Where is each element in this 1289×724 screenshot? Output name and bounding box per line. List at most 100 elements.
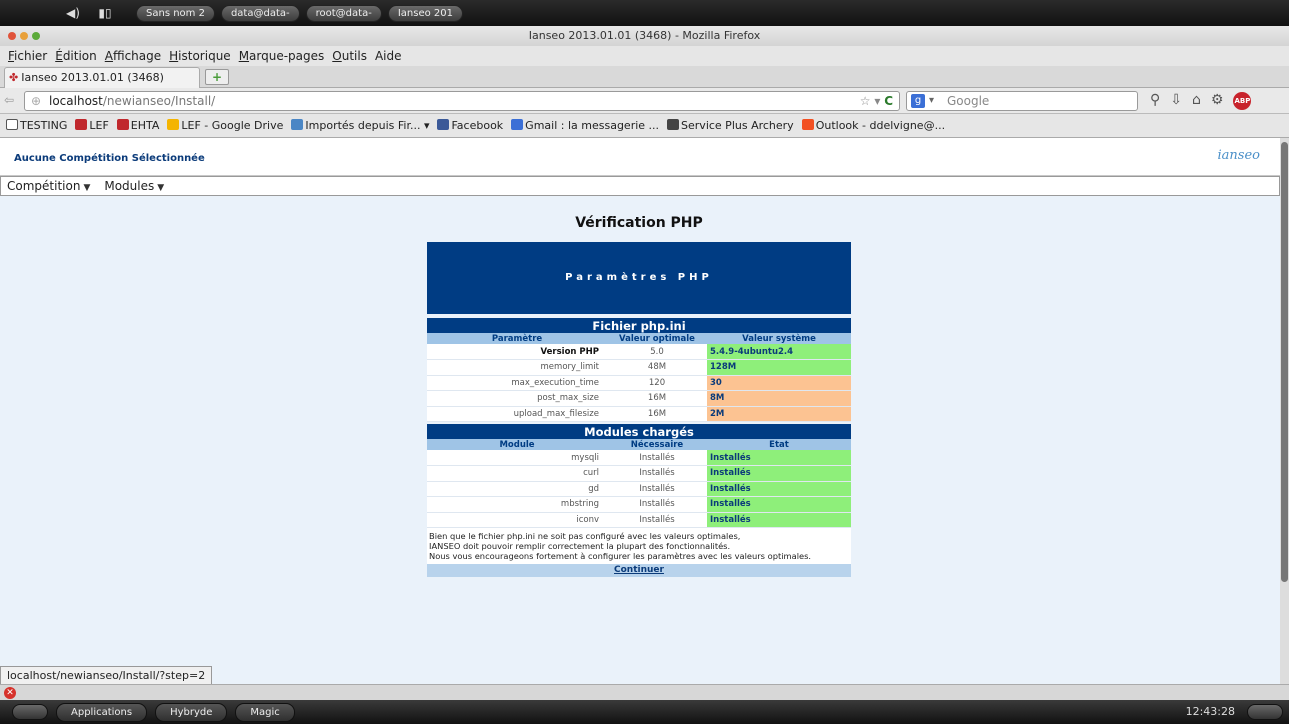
menu-modules[interactable]: Modules ▼: [104, 179, 164, 193]
vertical-scrollbar[interactable]: [1280, 138, 1289, 684]
stop-icon[interactable]: ✕: [4, 687, 16, 699]
module-state: Installés: [707, 450, 852, 466]
taskbar-applications[interactable]: Applications: [56, 702, 148, 722]
minimize-window-button[interactable]: [20, 32, 28, 40]
gmail-icon: [511, 119, 524, 130]
taskbar-hybryde[interactable]: Hybryde: [155, 702, 228, 722]
param-system: 128M: [707, 359, 852, 376]
back-arrow-icon[interactable]: ⇦: [4, 93, 22, 109]
module-state: Installés: [707, 496, 852, 513]
menu-historique[interactable]: Historique: [169, 49, 231, 63]
module-name: gd: [427, 481, 607, 497]
continue-link[interactable]: Continuer: [427, 564, 851, 577]
ianseo-header: Aucune Compétition Sélectionnée ianseo: [0, 138, 1280, 176]
browser-menubar: Fichier Édition Affichage Historique Mar…: [0, 46, 1289, 66]
table-row: upload_max_filesize 16M 2M: [427, 406, 852, 422]
php-ini-title: Fichier php.ini: [427, 318, 852, 333]
param-optimal: 120: [607, 375, 707, 391]
bookmark-item[interactable]: Outlook - ddelvigne@...: [800, 119, 947, 132]
taskbar-left-button[interactable]: [12, 704, 48, 720]
menu-edition[interactable]: Édition: [55, 49, 97, 63]
menu-outils[interactable]: Outils: [332, 49, 367, 63]
bookmark-item[interactable]: TESTING: [4, 119, 69, 132]
search-engine-dropdown-icon[interactable]: ▾: [929, 92, 934, 110]
module-name: curl: [427, 465, 607, 482]
param-optimal: 5.0: [607, 344, 707, 360]
col-header: Etat: [707, 439, 852, 450]
param-optimal: 16M: [607, 390, 707, 407]
table-row: post_max_size 16M 8M: [427, 390, 852, 407]
module-required: Installés: [607, 450, 707, 466]
menu-marque-pages[interactable]: Marque-pages: [239, 49, 325, 63]
bookmarks-toolbar: TESTING LEF EHTA LEF - Google Drive Importés…: [0, 114, 1289, 138]
home-icon[interactable]: ⌂: [1192, 92, 1201, 110]
bookmark-item[interactable]: LEF - Google Drive: [165, 119, 285, 132]
bookmark-item[interactable]: EHTA: [115, 119, 162, 132]
tab-ianseo[interactable]: ✤ Ianseo 2013.01.01 (3468): [4, 67, 200, 88]
url-bar[interactable]: ⊕ localhost/newianseo/Install/ ☆ ▾ C: [24, 91, 900, 111]
table-row: iconv Installés Installés: [427, 512, 852, 528]
bookmark-item[interactable]: Importés depuis Fir... ▾: [289, 119, 431, 132]
search-bar[interactable]: g ▾ Google: [906, 91, 1138, 111]
network-icon[interactable]: ▮▯: [92, 6, 118, 20]
module-required: Installés: [607, 481, 707, 497]
site-identity-icon[interactable]: ⊕: [31, 92, 41, 110]
download-icon[interactable]: ⇩: [1170, 92, 1182, 110]
col-header: Nécessaire: [607, 439, 707, 450]
col-header: Valeur optimale: [607, 333, 707, 344]
dropdown-arrow-icon[interactable]: ▾: [874, 94, 880, 108]
menu-aide[interactable]: Aide: [375, 49, 402, 63]
bookmark-item[interactable]: Gmail : la messagerie ...: [509, 119, 661, 132]
window-title: Ianseo 2013.01.01 (3468) - Mozilla Firef…: [528, 29, 761, 42]
bottom-taskbar: Applications Hybryde Magic 12:43:28: [0, 700, 1289, 724]
module-required: Installés: [607, 512, 707, 528]
module-required: Installés: [607, 465, 707, 482]
col-header: Valeur système: [707, 333, 852, 344]
param-name: post_max_size: [427, 390, 607, 407]
close-window-button[interactable]: [8, 32, 16, 40]
adblock-icon[interactable]: ABP: [1233, 92, 1252, 110]
scrollbar-thumb[interactable]: [1281, 142, 1288, 582]
task-button[interactable]: data@data-: [220, 4, 300, 22]
binoculars-icon[interactable]: ⚲: [1150, 92, 1160, 110]
table-row: mysqli Installés Installés: [427, 450, 852, 466]
new-tab-button[interactable]: +: [205, 69, 229, 85]
volume-icon[interactable]: ◀): [60, 6, 86, 20]
taskbar-magic[interactable]: Magic: [235, 702, 295, 722]
system-top-panel: ◀) ▮▯ Sans nom 2 data@data- root@data- I…: [0, 0, 1289, 26]
checkbox-icon: [6, 119, 18, 130]
taskbar-right-button[interactable]: [1247, 704, 1283, 720]
task-button[interactable]: Sans nom 2: [136, 4, 215, 22]
extension-icon[interactable]: ⚙: [1211, 92, 1224, 110]
menu-competition[interactable]: Compétition ▼: [7, 179, 90, 193]
page-title: Vérification PHP: [575, 215, 703, 231]
clock: 12:43:28: [1185, 705, 1235, 718]
task-button[interactable]: Ianseo 201: [387, 4, 463, 22]
menu-fichier[interactable]: Fichier: [8, 49, 47, 63]
param-optimal: 16M: [607, 406, 707, 422]
table-row: Version PHP 5.0 5.4.9-4ubuntu2.4: [427, 344, 852, 360]
param-name: memory_limit: [427, 359, 607, 376]
bookmark-item[interactable]: Service Plus Archery: [665, 119, 796, 132]
window-titlebar: Ianseo 2013.01.01 (3468) - Mozilla Firef…: [0, 26, 1289, 46]
modules-title: Modules chargés: [427, 424, 852, 439]
maximize-window-button[interactable]: [32, 32, 40, 40]
module-required: Installés: [607, 496, 707, 513]
menu-affichage[interactable]: Affichage: [105, 49, 161, 63]
table-row: mbstring Installés Installés: [427, 496, 852, 513]
param-system: 8M: [707, 390, 852, 407]
caret-down-icon: ▼: [83, 183, 91, 193]
ianseo-menu: Compétition ▼ Modules ▼: [0, 176, 1280, 196]
star-icon[interactable]: ☆: [860, 94, 871, 108]
table-row: max_execution_time 120 30: [427, 375, 852, 391]
module-state: Installés: [707, 512, 852, 528]
facebook-icon: [437, 119, 450, 130]
task-button[interactable]: root@data-: [305, 4, 382, 22]
bookmark-item[interactable]: Facebook: [435, 119, 505, 132]
bookmark-item[interactable]: LEF: [73, 119, 110, 132]
ianseo-logo: ianseo: [1217, 148, 1260, 163]
google-search-icon[interactable]: g: [911, 94, 925, 108]
note-line: Bien que le fichier php.ini ne soit pas …: [429, 531, 741, 541]
competition-title: Aucune Compétition Sélectionnée: [14, 153, 205, 164]
reload-icon[interactable]: C: [884, 94, 893, 108]
